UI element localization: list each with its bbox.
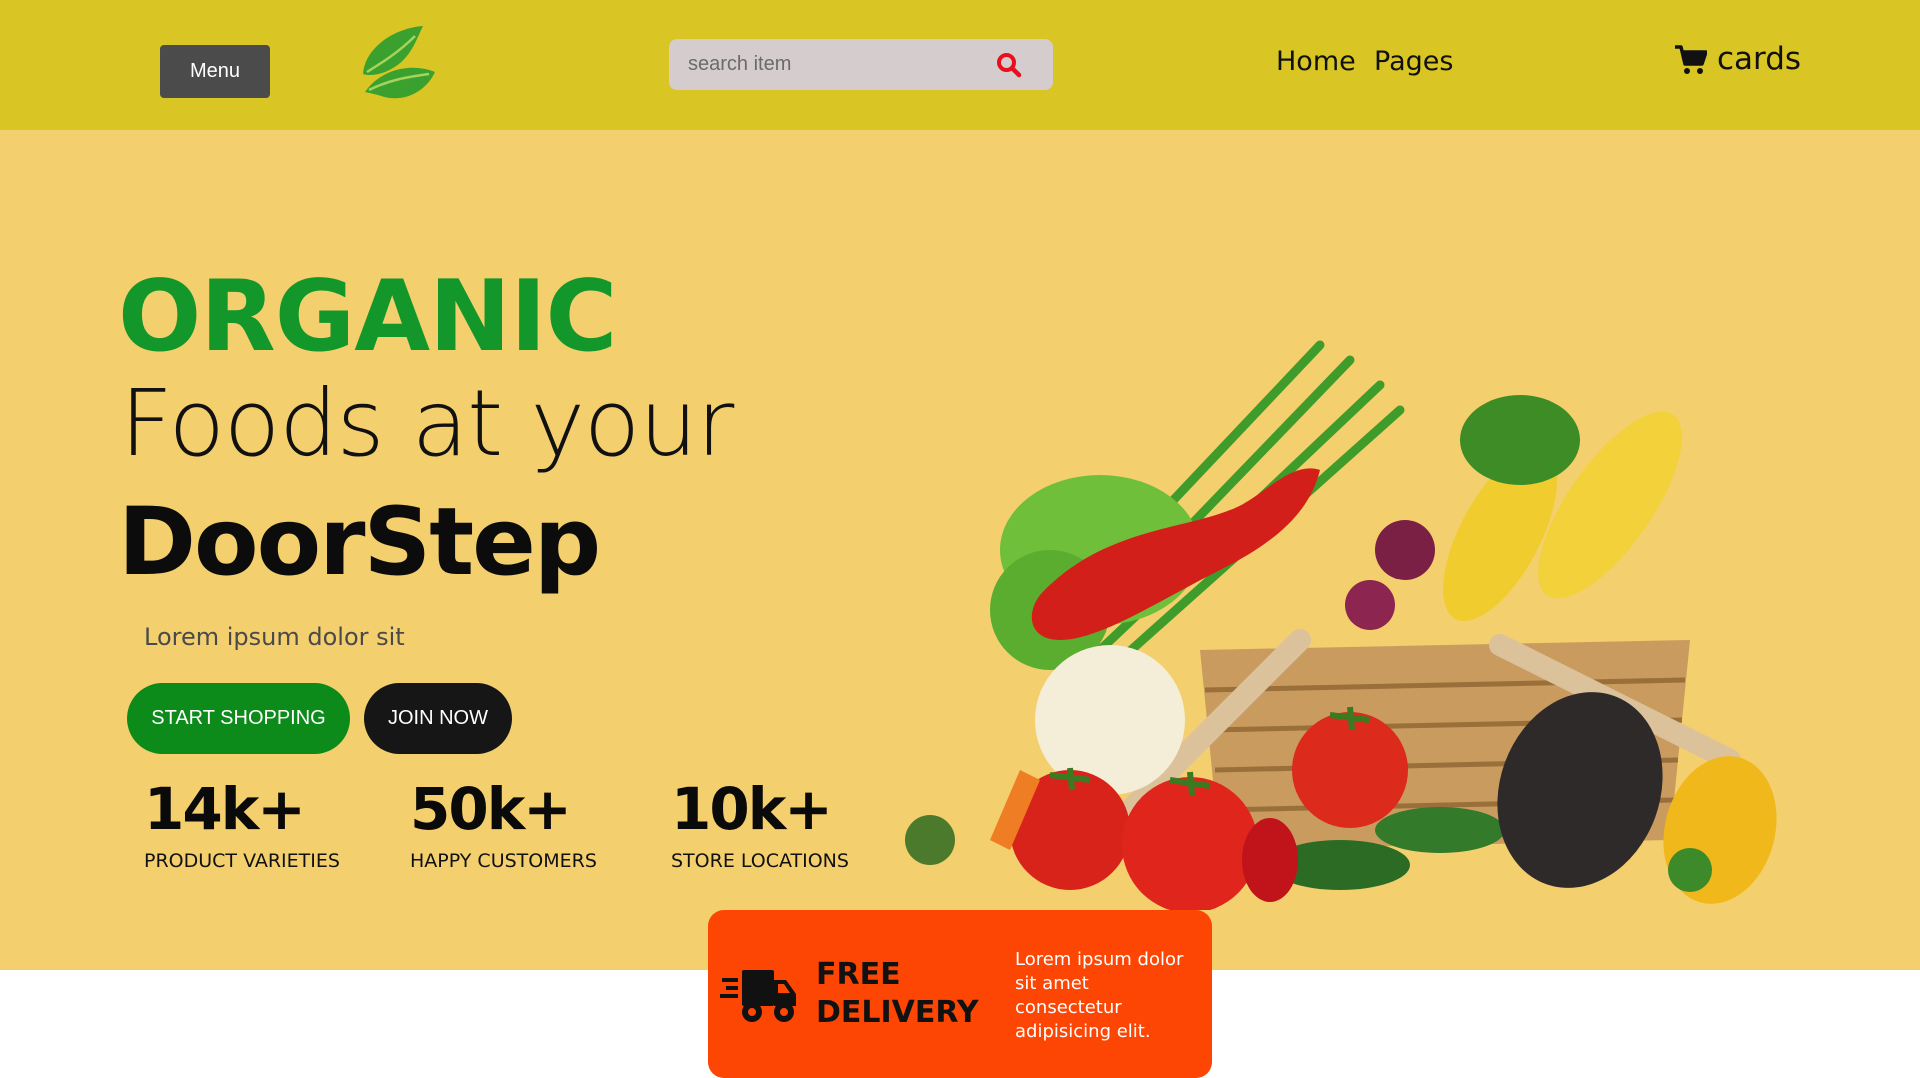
free-delivery-card: FREE DELIVERY Lorem ipsum dolor sit amet… — [708, 910, 1212, 1078]
cart-link[interactable]: cards — [1674, 41, 1801, 77]
stat-label: STORE LOCATIONS — [671, 850, 849, 872]
nav-home-link[interactable]: Home — [1276, 46, 1356, 77]
search-icon[interactable] — [996, 52, 1022, 78]
search-bar — [669, 39, 1053, 90]
stat-happy-customers: 50k+ HAPPY CUSTOMERS — [410, 780, 597, 872]
stat-product-varieties: 14k+ PRODUCT VARIETIES — [144, 780, 340, 872]
stat-value: 14k+ — [144, 775, 306, 843]
cart-icon — [1675, 44, 1707, 74]
delivery-title: FREE DELIVERY — [816, 957, 979, 1030]
cart-label: cards — [1717, 41, 1802, 77]
join-now-button[interactable]: JOIN NOW — [364, 683, 512, 754]
search-input[interactable] — [688, 39, 988, 90]
vegetable-basket-image — [905, 340, 1777, 910]
hero-section: ORGANIC Foods at your DoorStep Lorem ips… — [0, 130, 1920, 970]
stat-label: PRODUCT VARIETIES — [144, 850, 340, 872]
leaf-logo-icon[interactable] — [355, 22, 440, 102]
nav-pages-link[interactable]: Pages — [1374, 46, 1453, 77]
stat-label: HAPPY CUSTOMERS — [410, 850, 597, 872]
delivery-truck-icon — [720, 970, 796, 1022]
stat-value: 50k+ — [410, 775, 572, 843]
hero-heading-organic: ORGANIC — [118, 260, 617, 374]
menu-button[interactable]: Menu — [160, 45, 270, 98]
hero-heading-doorstep: DoorStep — [118, 488, 601, 597]
hero-subtitle: Lorem ipsum dolor sit — [144, 623, 405, 651]
site-header: Menu Home Pages cards — [0, 0, 1920, 130]
start-shopping-button[interactable]: START SHOPPING — [127, 683, 350, 754]
delivery-text: Lorem ipsum dolor sit amet consectetur a… — [1015, 949, 1184, 1042]
hero-heading-foods: Foods at your — [120, 370, 734, 477]
stat-value: 10k+ — [671, 775, 833, 843]
stat-store-locations: 10k+ STORE LOCATIONS — [671, 780, 849, 872]
